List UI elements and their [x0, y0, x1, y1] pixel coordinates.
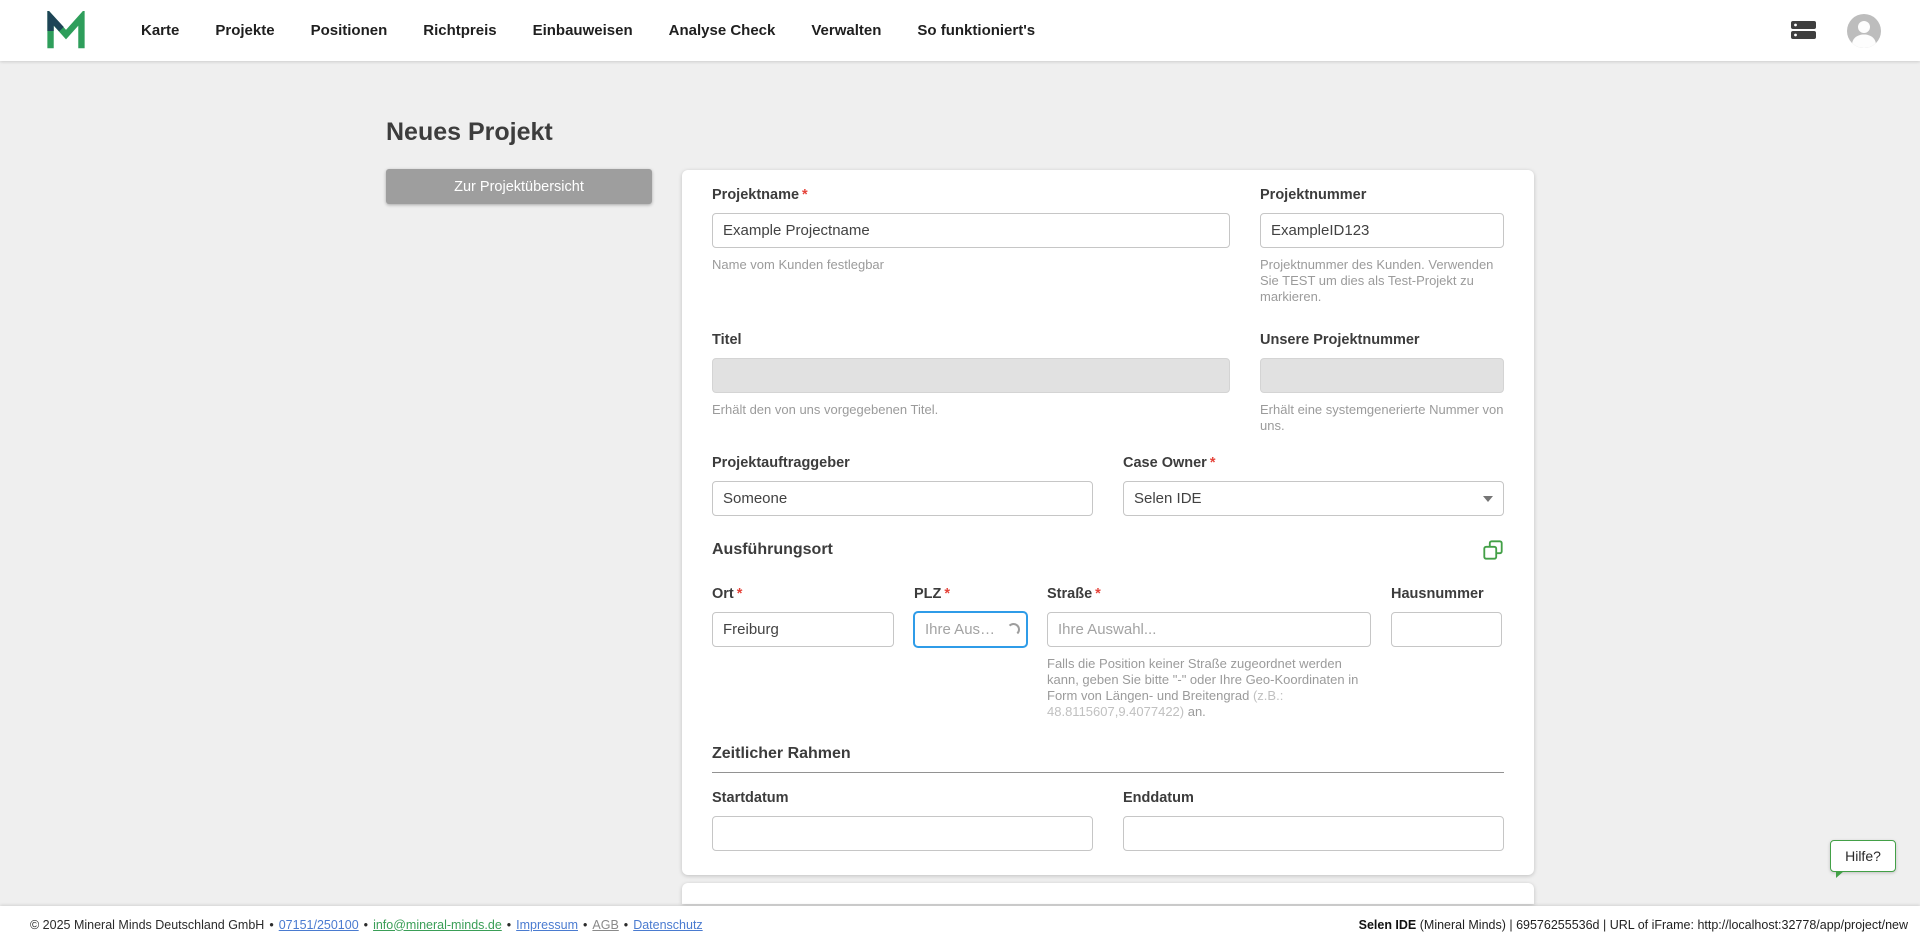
footer-link-phone[interactable]: 07151/250100	[279, 918, 359, 932]
case-owner-label: Case Owner	[1123, 455, 1207, 471]
main-nav: Karte Projekte Positionen Richtpreis Ein…	[141, 22, 1035, 39]
titel-input	[712, 358, 1230, 393]
footer-link-agb[interactable]: AGB	[592, 918, 618, 932]
required-asterisk: *	[1209, 455, 1216, 471]
titel-label: Titel	[712, 332, 742, 348]
section-divider	[712, 772, 1504, 773]
nav-item-analyse-check[interactable]: Analyse Check	[669, 22, 776, 39]
field-projektauftraggeber: Projektauftraggeber	[712, 454, 1093, 516]
projektauftraggeber-label: Projektauftraggeber	[712, 455, 850, 471]
footer-session-info: Selen IDE (Mineral Minds) | 69576255536d…	[1359, 918, 1908, 932]
page-title: Neues Projekt	[386, 118, 553, 146]
enddatum-label: Enddatum	[1123, 790, 1194, 806]
nav-item-positionen[interactable]: Positionen	[311, 22, 388, 39]
case-owner-selected-value: Selen IDE	[1134, 490, 1202, 507]
projektnummer-label: Projektnummer	[1260, 187, 1367, 203]
app-logo-icon[interactable]	[46, 8, 86, 51]
startdatum-label: Startdatum	[712, 790, 789, 806]
field-projektnummer: Projektnummer Projektnummer des Kunden. …	[1260, 186, 1504, 305]
required-asterisk: *	[736, 586, 743, 602]
navbar-actions	[1790, 13, 1920, 48]
row-dates: Startdatum Enddatum	[712, 789, 1504, 851]
session-user-name: Selen IDE	[1358, 917, 1417, 932]
startdatum-input[interactable]	[712, 816, 1093, 851]
zeitlicher-rahmen-title: Zeitlicher Rahmen	[712, 745, 851, 762]
field-startdatum: Startdatum	[712, 789, 1093, 851]
nav-item-richtpreis[interactable]: Richtpreis	[423, 22, 496, 39]
nav-item-verwalten[interactable]: Verwalten	[811, 22, 881, 39]
nav-item-einbauweisen[interactable]: Einbauweisen	[533, 22, 633, 39]
projektname-label: Projektname	[712, 187, 800, 203]
nav-item-projekte[interactable]: Projekte	[215, 22, 274, 39]
field-strasse: Straße* Falls die Position keiner Straße…	[1047, 585, 1371, 720]
field-projektname: Projektname* Name vom Kunden festlegbar	[712, 186, 1230, 305]
top-navbar: Karte Projekte Positionen Richtpreis Ein…	[0, 0, 1920, 61]
hausnummer-input[interactable]	[1391, 612, 1502, 647]
row-address: Ort* PLZ* Straße* Falls die Position kei…	[712, 585, 1504, 720]
unsere-projektnummer-helper: Erhält eine systemgenerierte Nummer von …	[1260, 402, 1504, 433]
ort-input[interactable]	[712, 612, 894, 647]
duplicate-icon[interactable]	[1482, 539, 1504, 561]
nav-item-karte[interactable]: Karte	[141, 22, 179, 39]
footer-link-impressum[interactable]: Impressum	[516, 918, 578, 932]
projektname-input[interactable]	[712, 213, 1230, 248]
footer-link-email[interactable]: info@mineral-minds.de	[373, 918, 502, 932]
field-unsere-projektnummer: Unsere Projektnummer Erhält eine systemg…	[1260, 331, 1504, 434]
field-plz: PLZ *	[914, 585, 1027, 720]
strasse-input[interactable]	[1047, 612, 1371, 647]
footer-link-datenschutz[interactable]: Datenschutz	[633, 918, 702, 932]
field-enddatum: Enddatum	[1123, 789, 1504, 851]
ort-label: Ort	[712, 586, 734, 602]
enddatum-input[interactable]	[1123, 816, 1504, 851]
case-owner-select[interactable]: Selen IDE	[1123, 481, 1504, 516]
new-project-form-card: Projektname* Name vom Kunden festlegbar …	[682, 170, 1534, 875]
projektnummer-input[interactable]	[1260, 213, 1504, 248]
back-to-overview-button[interactable]: Zur Projektübersicht	[386, 169, 652, 204]
loading-spinner-icon	[1007, 622, 1020, 636]
unsere-projektnummer-input	[1260, 358, 1504, 393]
ausfuehrungsort-title: Ausführungsort	[712, 541, 833, 558]
footer-left: © 2025 Mineral Minds Deutschland GmbH • 07…	[30, 917, 703, 932]
field-case-owner: Case Owner * Selen IDE	[1123, 454, 1504, 516]
hausnummer-label: Hausnummer	[1391, 586, 1484, 602]
session-details: (Mineral Minds) | 69576255536d | URL of …	[1416, 917, 1908, 932]
help-button-label: Hilfe?	[1845, 848, 1881, 864]
plz-label: PLZ	[914, 586, 942, 602]
server-icon[interactable]	[1790, 20, 1817, 41]
field-ort: Ort *	[712, 585, 894, 720]
strasse-label: Straße	[1047, 586, 1093, 602]
row-projektname-projektnummer: Projektname* Name vom Kunden festlegbar …	[712, 186, 1504, 305]
required-asterisk: *	[802, 187, 808, 203]
titel-helper: Erhält den von uns vorgegebenen Titel.	[712, 402, 939, 417]
strasse-helper: Falls die Position keiner Straße zugeord…	[1047, 656, 1359, 719]
field-titel: Titel Erhält den von uns vorgegebenen Ti…	[712, 331, 1230, 434]
page-footer: © 2025 Mineral Minds Deutschland GmbH • 07…	[0, 906, 1920, 943]
unsere-projektnummer-label: Unsere Projektnummer	[1260, 332, 1420, 348]
required-asterisk: *	[944, 586, 951, 602]
help-button[interactable]: Hilfe?	[1830, 840, 1896, 878]
projektname-helper: Name vom Kunden festlegbar	[712, 257, 884, 272]
row-auftraggeber-caseowner: Projektauftraggeber Case Owner* Selen ID…	[712, 454, 1504, 516]
section-zeitlicher-rahmen: Zeitlicher Rahmen	[712, 744, 1504, 773]
user-avatar[interactable]	[1847, 13, 1881, 48]
copyright-text: © 2025 Mineral Minds Deutschland GmbH	[30, 917, 265, 932]
projektnummer-helper: Projektnummer des Kunden. Verwenden Sie …	[1260, 257, 1494, 304]
next-section-card-partial	[682, 883, 1534, 904]
field-hausnummer: Hausnummer	[1391, 585, 1502, 720]
section-ausfuehrungsort: Ausführungsort	[712, 539, 1504, 561]
row-titel-unsere-projektnummer: Titel Erhält den von uns vorgegebenen Ti…	[712, 331, 1504, 434]
chevron-down-icon	[1483, 495, 1493, 502]
required-asterisk: *	[1095, 586, 1101, 602]
projektauftraggeber-input[interactable]	[712, 481, 1093, 516]
nav-item-so-funktionierts[interactable]: So funktioniert's	[917, 22, 1035, 39]
